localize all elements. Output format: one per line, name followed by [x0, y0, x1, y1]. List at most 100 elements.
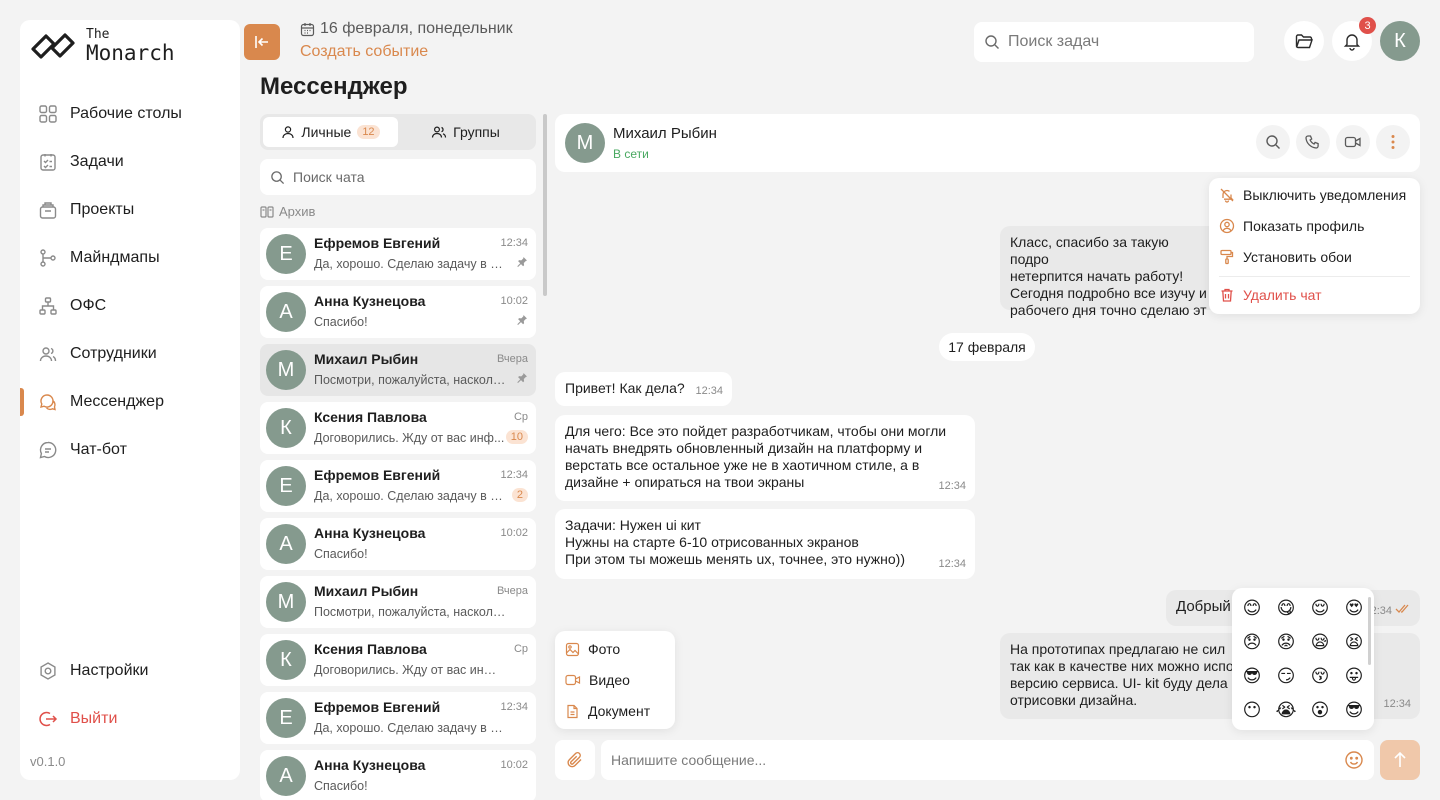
nav-item-ofs[interactable]: ОФС — [20, 282, 240, 330]
attach-video[interactable]: Видео — [565, 672, 630, 688]
nav-label: Чат-бот — [70, 441, 127, 458]
nav-label: Настройки — [70, 662, 149, 679]
chat-avatar: Е — [266, 234, 306, 274]
user-avatar[interactable]: К — [1380, 21, 1420, 61]
notifications-button[interactable]: 3 — [1332, 17, 1376, 61]
emoji-option[interactable]: 😎 — [1341, 697, 1367, 723]
emoji-option[interactable]: 😍 — [1341, 595, 1367, 621]
logo[interactable]: The Monarch — [30, 28, 175, 64]
attach-button[interactable] — [555, 740, 595, 780]
emoji-option[interactable]: 😏 — [1273, 663, 1299, 689]
emoji-button[interactable] — [1344, 750, 1364, 770]
video-call-button[interactable] — [1336, 125, 1370, 159]
nav-item-mindmaps[interactable]: Майндмапы — [20, 234, 240, 282]
sidebar: The Monarch Рабочие столы Задачи Проекты… — [20, 20, 240, 780]
chat-time: 10:02 — [500, 527, 528, 539]
emoji-option[interactable]: 😮 — [1307, 697, 1333, 723]
chat-avatar: К — [266, 640, 306, 680]
pin-icon — [516, 314, 528, 326]
chat-preview: Договорились. Жду от вас инф... — [314, 431, 505, 445]
nav-item-employees[interactable]: Сотрудники — [20, 330, 240, 378]
nav-item-messenger[interactable]: Мессенджер — [20, 378, 240, 426]
chat-preview: Посмотри, пожалуйста, насколько к... — [314, 605, 506, 619]
tab-groups[interactable]: Группы — [398, 117, 533, 147]
contact-status: В сети — [613, 147, 649, 161]
emoji-option[interactable]: 😋 — [1273, 595, 1299, 621]
contact-avatar[interactable]: М — [565, 123, 605, 163]
paperclip-icon — [566, 751, 584, 769]
send-button[interactable] — [1380, 740, 1420, 780]
chatbot-icon — [38, 440, 58, 460]
emoji-option[interactable]: 😟 — [1273, 629, 1299, 655]
chat-list-item[interactable]: М Михаил Рыбин Вчера Посмотри, пожалуйста, … — [260, 344, 536, 396]
chat-preview: Спасибо! — [314, 547, 368, 561]
chat-list-item[interactable]: А Анна Кузнецова 10:02 Спасибо! — [260, 750, 536, 800]
menu-item-wallpaper[interactable]: Установить обои — [1219, 249, 1352, 265]
chat-list-item[interactable]: К Ксения Павлова Ср Договорились. Жду от ва… — [260, 634, 536, 686]
chat-list-item[interactable]: А Анна Кузнецова 10:02 Спасибо! — [260, 286, 536, 338]
emoji-option[interactable]: 😫 — [1341, 629, 1367, 655]
task-search-input[interactable] — [1008, 33, 1238, 51]
nav-item-projects[interactable]: Проекты — [20, 186, 240, 234]
tab-count-badge: 12 — [357, 125, 380, 139]
attach-document[interactable]: Документ — [565, 703, 650, 719]
dashboard-icon — [38, 104, 58, 124]
search-icon — [1265, 134, 1281, 150]
attach-photo[interactable]: Фото — [565, 641, 620, 657]
emoji-option[interactable]: 😶 — [1239, 697, 1265, 723]
call-button[interactable] — [1296, 125, 1330, 159]
bell-off-icon — [1219, 187, 1235, 203]
chat-search-input[interactable] — [293, 169, 523, 185]
emoji-option[interactable]: 😎 — [1239, 663, 1265, 689]
chat-list-item[interactable]: М Михаил Рыбин Вчера Посмотри, пожалуйста, … — [260, 576, 536, 628]
files-button[interactable] — [1284, 21, 1324, 61]
chat-preview: Спасибо! — [314, 779, 368, 793]
tab-personal[interactable]: Личные 12 — [263, 117, 398, 147]
chat-list-item[interactable]: Е Ефремов Евгений 12:34 Да, хорошо. Сделаю … — [260, 692, 536, 744]
more-options-button[interactable] — [1376, 125, 1410, 159]
nav-item-tasks[interactable]: Задачи — [20, 138, 240, 186]
chat-list-scrollbar[interactable] — [543, 114, 547, 296]
menu-label: Установить обои — [1243, 249, 1352, 265]
chat-search-button[interactable] — [1256, 125, 1290, 159]
menu-item-delete[interactable]: Удалить чат — [1219, 287, 1322, 303]
chat-list-item[interactable]: А Анна Кузнецова 10:02 Спасибо! — [260, 518, 536, 570]
emoji-option[interactable]: 😞 — [1239, 629, 1265, 655]
nav-label: ОФС — [70, 297, 107, 314]
emoji-option[interactable]: 😛 — [1341, 663, 1367, 689]
message-incoming: Привет! Как дела? 12:34 — [555, 372, 732, 406]
emoji-option[interactable]: 😊 — [1239, 595, 1265, 621]
emoji-option[interactable]: 😚 — [1307, 663, 1333, 689]
nav-item-settings[interactable]: Настройки — [20, 647, 240, 695]
chat-list-item[interactable]: Е Ефремов Евгений 12:34 Да, хорошо. Сделаю … — [260, 228, 536, 280]
create-event-link[interactable]: Создать событие — [300, 43, 428, 61]
read-check-icon — [1395, 604, 1411, 617]
menu-item-mute[interactable]: Выключить уведомления — [1219, 187, 1406, 203]
chat-time: 12:34 — [500, 469, 528, 481]
date-text: 16 февраля, понедельник — [320, 20, 513, 37]
nav-item-logout[interactable]: Выйти — [20, 695, 240, 743]
chat-list-item[interactable]: Е Ефремов Евгений 12:34 Да, хорошо. Сделаю … — [260, 460, 536, 512]
collapse-sidebar-button[interactable] — [244, 24, 280, 60]
emoji-option[interactable]: 😭 — [1273, 697, 1299, 723]
attach-label: Документ — [588, 703, 651, 719]
chat-avatar: Е — [266, 698, 306, 738]
video-icon — [1344, 134, 1362, 150]
emoji-scrollbar[interactable] — [1368, 597, 1371, 665]
nav-label: Майндмапы — [70, 249, 160, 266]
message-text: Для чего: Все это пойдет разработчикам, … — [565, 423, 947, 490]
message-input[interactable] — [611, 752, 1331, 768]
nav-item-dashboards[interactable]: Рабочие столы — [20, 90, 240, 138]
pin-icon — [516, 372, 528, 384]
menu-item-profile[interactable]: Показать профиль — [1219, 218, 1364, 234]
collapse-icon — [253, 33, 271, 51]
archive-link[interactable]: Архив — [260, 204, 315, 219]
emoji-option[interactable]: 😪 — [1307, 629, 1333, 655]
chat-header: М Михаил Рыбин В сети — [555, 114, 1420, 172]
chat-list-item[interactable]: К Ксения Павлова Ср Договорились. Жду от ва… — [260, 402, 536, 454]
emoji-option[interactable]: 😌 — [1307, 595, 1333, 621]
settings-icon — [38, 661, 58, 681]
task-search — [974, 22, 1254, 62]
nav-label: Рабочие столы — [70, 105, 182, 122]
nav-item-chatbot[interactable]: Чат-бот — [20, 426, 240, 474]
